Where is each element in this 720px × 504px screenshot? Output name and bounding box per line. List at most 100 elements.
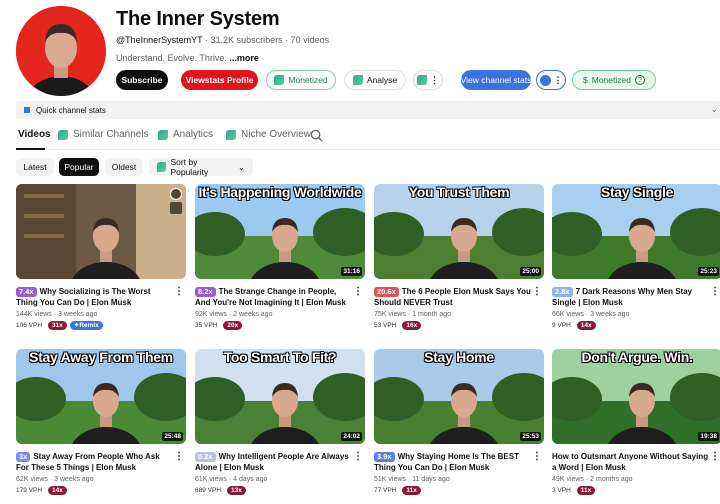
extension-menu-button[interactable]: ⋮ [536,70,566,90]
video-meta: 144K views · 3 weeks ago [16,311,97,318]
viewstats-leaf-icon [157,162,167,172]
video-title[interactable]: 8.2x The Strange Change in People, And Yo… [195,286,353,308]
video-thumbnail[interactable] [16,184,186,279]
channel-actions: Subscribe Viewstats Profile Monetized An… [116,70,716,90]
filter-oldest[interactable]: Oldest [105,158,143,176]
add-to-queue-icon[interactable] [170,202,182,214]
video-menu-icon[interactable]: ⋮ [710,451,720,462]
video-card[interactable]: Stay Single 25:23 2.8x 7 Dark Reasons Why… [552,184,720,334]
upload-age: 11 days ago [412,476,450,483]
video-meta: 75K views · 1 month ago [374,311,451,318]
video-menu-icon[interactable]: ⋮ [710,286,720,297]
view-channel-stats-button[interactable]: View channel stats [461,70,531,90]
video-meta: 92K views · 2 weeks ago [195,311,272,318]
views-per-hour: 35 VPH [195,322,218,329]
viewstats-menu-button[interactable]: ⋮ [413,70,443,90]
tab-niche-overview[interactable]: Niche Overview [226,129,311,140]
video-title[interactable]: 7.4x Why Socializing is The Worst Thing Y… [16,286,174,308]
video-card[interactable]: It's Happening Worldwide 31:16 8.2x The S… [195,184,365,334]
video-thumbnail[interactable]: Stay Away From Them 25:48 [16,349,186,444]
quick-channel-stats-bar[interactable]: Quick channel stats ⌄ [16,101,720,119]
outlier-score-pill: 13x [227,486,246,495]
channel-meta: @TheInnerSystemYT · 31.2K subscribers · … [116,35,329,45]
meta-separator: · [205,35,209,45]
video-title[interactable]: 0.2x Why Intelligent People Are Always Al… [195,451,353,473]
viewstats-leaf-icon [417,75,427,85]
monetized-label: Monetized [288,75,328,85]
analyse-label: Analyse [366,75,398,85]
video-menu-icon[interactable]: ⋮ [532,286,542,297]
filter-latest[interactable]: Latest [16,158,54,176]
outlier-multiplier-badge: 3.9x [374,452,395,462]
video-duration: 31:16 [341,267,362,276]
video-title-text: Why Intelligent People Are Always Alone … [195,452,349,472]
video-thumbnail[interactable]: You Trust Them 25:00 [374,184,544,279]
video-card[interactable]: Stay Home 25:53 3.9x Why Staying Home Is … [374,349,544,499]
stats-icon [24,107,30,113]
video-title[interactable]: 20.6x The 6 People Elon Musk Says You Sho… [374,286,532,308]
sort-by-dropdown[interactable]: Sort by Popularity ⌄ [149,157,253,177]
watch-later-icon[interactable] [170,188,182,200]
thumbnail-image [16,184,186,279]
video-card[interactable]: Too Smart To Fit? 24:02 0.2x Why Intellig… [195,349,365,499]
tab-similar-channels[interactable]: Similar Channels [58,129,149,140]
channel-header: The Inner System @TheInnerSystemYT · 31.… [0,0,720,100]
video-thumbnail[interactable]: Stay Home 25:53 [374,349,544,444]
video-menu-icon[interactable]: ⋮ [353,286,363,297]
analyse-button[interactable]: Analyse [344,70,406,90]
views-per-hour: 3 VPH [552,487,571,494]
video-title[interactable]: 3x Stay Away From People Who Ask For Thes… [16,451,174,473]
remix-button[interactable]: ✦ Remix [69,321,103,330]
dollar-icon: $ [583,75,588,85]
search-icon[interactable] [310,129,323,142]
channel-tabs: Videos Similar Channels Analytics Niche … [16,124,720,150]
viewstats-profile-button[interactable]: Viewstats Profile [181,70,258,90]
outlier-multiplier-badge: 7.4x [16,287,37,297]
video-stats: 689 VPH 13x [195,486,246,495]
video-card[interactable]: Don't Argue. Win. 19:38 How to Outsmart … [552,349,720,499]
viewstats-leaf-icon [226,129,236,140]
thumbnail-caption: Stay Single [600,184,674,200]
more-link[interactable]: ...more [229,53,259,63]
views-per-hour: 106 VPH [16,322,43,329]
monetized-button[interactable]: Monetized [266,70,336,90]
video-title[interactable]: 3.9x Why Staying Home Is The BEST Thing Y… [374,451,532,473]
video-thumbnail[interactable]: Don't Argue. Win. 19:38 [552,349,720,444]
viewstats-leaf-icon [274,75,285,85]
video-card[interactable]: Stay Away From Them 25:48 3x Stay Away Fr… [16,349,186,499]
subscribe-button[interactable]: Subscribe [116,70,168,90]
video-menu-icon[interactable]: ⋮ [174,286,184,297]
monetized-badge[interactable]: $ Monetized ? [572,70,656,90]
upload-age: 3 weeks ago [54,476,94,483]
video-card[interactable]: You Trust Them 25:00 20.6x The 6 People E… [374,184,544,334]
outlier-score-pill: 16x [402,321,422,330]
video-title-text: Stay Away From People Who Ask For These … [16,452,160,472]
outlier-score-pill: 31x [48,321,67,330]
video-menu-icon[interactable]: ⋮ [174,451,184,462]
video-title[interactable]: 2.8x 7 Dark Reasons Why Men Stay Single |… [552,286,710,308]
video-stats: 106 VPH 31x ✦ Remix [16,321,103,330]
video-thumbnail[interactable]: Stay Single 25:23 [552,184,720,279]
video-duration: 25:23 [698,267,719,276]
outlier-multiplier-badge: 0.2x [195,452,216,462]
view-count: 49K views [552,476,584,483]
filter-popular[interactable]: Popular [59,158,99,176]
video-menu-icon[interactable]: ⋮ [353,451,363,462]
video-menu-icon[interactable]: ⋮ [532,451,542,462]
chevron-down-icon[interactable]: ⌄ [710,104,718,115]
tab-videos[interactable]: Videos [18,129,51,140]
video-meta: 51K views · 11 days ago [374,476,450,483]
video-title[interactable]: How to Outsmart Anyone Without Saying a … [552,451,710,473]
outlier-score-pill: 14x [48,486,67,495]
channel-description[interactable]: Understand. Evolve. Thrive. ...more [116,53,259,63]
video-thumbnail[interactable]: Too Smart To Fit? 24:02 [195,349,365,444]
help-icon[interactable]: ? [634,75,645,85]
video-card[interactable]: 7.4x Why Socializing is The Worst Thing Y… [16,184,186,334]
video-stats: 53 VPH 16x [374,321,422,330]
tab-analytics[interactable]: Analytics [158,129,213,140]
video-thumbnail[interactable]: It's Happening Worldwide 31:16 [195,184,365,279]
outlier-multiplier-badge: 3x [16,452,31,462]
viewstats-leaf-icon [58,129,68,140]
outlier-multiplier-badge: 2.8x [552,287,573,297]
channel-avatar[interactable] [16,6,106,96]
